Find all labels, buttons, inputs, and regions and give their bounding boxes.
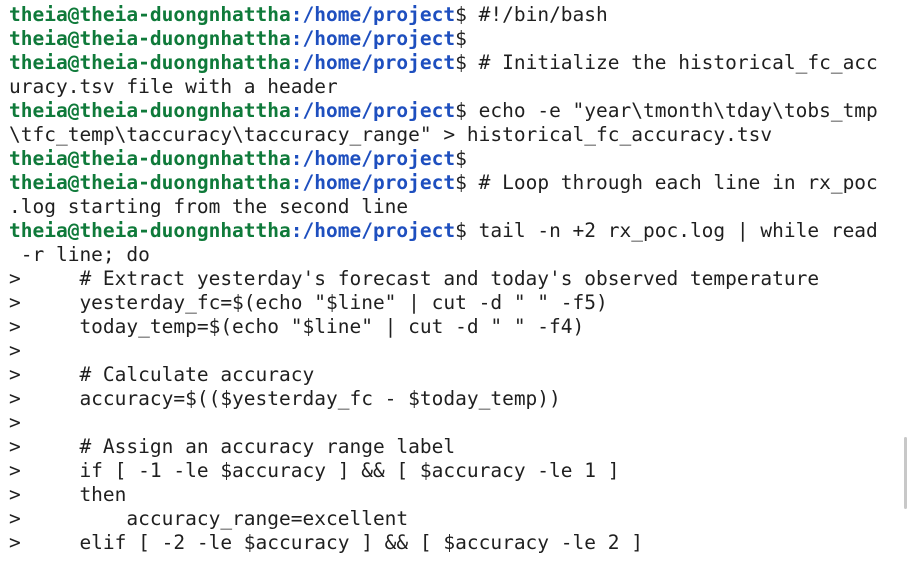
command-text: echo -e "year\tmonth\tday\tobs_tmp [478, 99, 878, 122]
output-line: > elif [ -2 -le $accuracy ] && [ $accura… [9, 531, 643, 554]
prompt-symbol: $ [455, 27, 479, 50]
command-text: # Initialize the historical_fc_acc [478, 51, 878, 74]
output-line: > accuracy=$(($yesterday_fc - $today_tem… [9, 387, 561, 410]
prompt-symbol: $ [455, 171, 479, 194]
prompt-user-host: theia@theia-duongnhattha [9, 27, 291, 50]
output-line: -r line; do [9, 243, 150, 266]
prompt-path: :/home/project [290, 3, 456, 26]
output-line: > # Extract yesterday's forecast and tod… [9, 267, 820, 290]
scrollbar-thumb[interactable] [904, 437, 907, 509]
prompt-line: theia@theia-duongnhattha:/home/project$ … [9, 3, 909, 27]
command-text: #!/bin/bash [478, 3, 608, 26]
prompt-path: :/home/project [290, 219, 456, 242]
prompt-line: theia@theia-duongnhattha:/home/project$ [9, 147, 909, 171]
prompt-path: :/home/project [290, 27, 456, 50]
command-text: # Loop through each line in rx_poc [478, 171, 878, 194]
output-line: > today_temp=$(echo "$line" | cut -d " "… [9, 315, 585, 338]
prompt-path: :/home/project [290, 171, 456, 194]
prompt-symbol: $ [455, 3, 479, 26]
prompt-user-host: theia@theia-duongnhattha [9, 147, 291, 170]
command-text: tail -n +2 rx_poc.log | while read [478, 219, 878, 242]
prompt-user-host: theia@theia-duongnhattha [9, 51, 291, 74]
output-line: > [9, 411, 21, 434]
output-line: uracy.tsv file with a header [9, 75, 338, 98]
output-line: > [9, 339, 21, 362]
prompt-line: theia@theia-duongnhattha:/home/project$ … [9, 171, 909, 195]
prompt-user-host: theia@theia-duongnhattha [9, 219, 291, 242]
output-line: > # Calculate accuracy [9, 363, 315, 386]
output-line: \tfc_temp\taccuracy\taccuracy_range" > h… [9, 123, 773, 146]
prompt-path: :/home/project [290, 147, 456, 170]
output-line: .log starting from the second line [9, 195, 409, 218]
prompt-symbol: $ [455, 51, 479, 74]
output-line: > accuracy_range=excellent [9, 507, 409, 530]
output-line: > if [ -1 -le $accuracy ] && [ $accuracy… [9, 459, 620, 482]
prompt-line: theia@theia-duongnhattha:/home/project$ [9, 27, 909, 51]
prompt-user-host: theia@theia-duongnhattha [9, 99, 291, 122]
prompt-line: theia@theia-duongnhattha:/home/project$ … [9, 219, 909, 243]
output-line: > then [9, 483, 127, 506]
prompt-line: theia@theia-duongnhattha:/home/project$ … [9, 99, 909, 123]
terminal-output[interactable]: theia@theia-duongnhattha:/home/project$ … [0, 0, 909, 574]
prompt-symbol: $ [455, 219, 479, 242]
prompt-line: theia@theia-duongnhattha:/home/project$ … [9, 51, 909, 75]
prompt-path: :/home/project [290, 99, 456, 122]
output-line: > yesterday_fc=$(echo "$line" | cut -d "… [9, 291, 608, 314]
prompt-symbol: $ [455, 99, 479, 122]
output-line: > # Assign an accuracy range label [9, 435, 456, 458]
prompt-path: :/home/project [290, 51, 456, 74]
prompt-symbol: $ [455, 147, 479, 170]
prompt-user-host: theia@theia-duongnhattha [9, 171, 291, 194]
prompt-user-host: theia@theia-duongnhattha [9, 3, 291, 26]
